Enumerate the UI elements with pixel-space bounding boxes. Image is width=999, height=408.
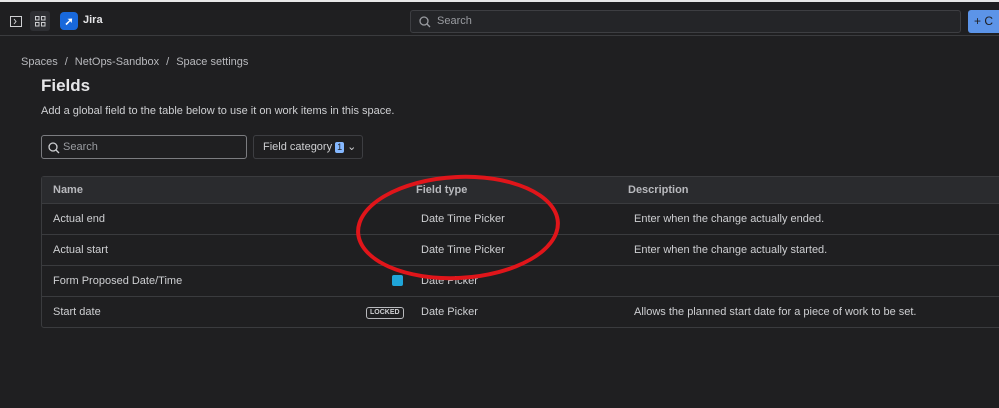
- field-name[interactable]: Start date: [53, 297, 101, 328]
- field-type: Date Picker: [421, 275, 478, 287]
- jira-logo[interactable]: ➚: [60, 12, 78, 30]
- plus-icon: +: [974, 14, 982, 28]
- locked-badge: LOCKED: [366, 307, 404, 319]
- global-search-input[interactable]: Search: [410, 10, 961, 33]
- app-icon: [392, 275, 403, 286]
- header-description[interactable]: Description: [628, 177, 689, 203]
- create-button[interactable]: + C: [968, 10, 999, 33]
- top-bar: ➚ Jira Search + C: [0, 0, 999, 36]
- search-icon: [48, 140, 60, 162]
- field-name[interactable]: Form Proposed Date/Time: [53, 266, 182, 297]
- table-row[interactable]: Actual start Date Time Picker Enter when…: [42, 234, 999, 265]
- field-description: Enter when the change actually started.: [634, 244, 828, 256]
- field-type: Date Time Picker: [421, 213, 505, 225]
- field-search-input[interactable]: Search: [41, 135, 247, 159]
- chevron-down-icon: ⌄: [347, 141, 357, 153]
- fields-table: Name Field type Description Actual end D…: [41, 176, 999, 328]
- field-name[interactable]: Actual end: [53, 204, 105, 235]
- field-type: Date Time Picker: [421, 244, 505, 256]
- search-placeholder: Search: [63, 141, 98, 153]
- field-name[interactable]: Actual start: [53, 235, 108, 266]
- breadcrumb-spaces[interactable]: Spaces: [21, 56, 58, 68]
- table-row[interactable]: Actual end Date Time Picker Enter when t…: [42, 203, 999, 234]
- page-subtitle: Add a global field to the table below to…: [41, 105, 395, 117]
- field-category-label: Field category: [263, 141, 333, 153]
- app-name[interactable]: Jira: [83, 14, 103, 26]
- field-description: Enter when the change actually ended.: [634, 213, 825, 225]
- field-category-dropdown[interactable]: Field category 1 ⌄: [253, 135, 363, 159]
- table-row[interactable]: Start date LOCKED Date Picker Allows the…: [42, 296, 999, 327]
- table-header: Name Field type Description: [42, 177, 999, 203]
- field-type: Date Picker: [421, 306, 478, 318]
- breadcrumb-settings[interactable]: Space settings: [176, 56, 248, 68]
- breadcrumb: Spaces / NetOps-Sandbox / Space settings: [21, 56, 249, 68]
- header-name[interactable]: Name: [53, 177, 83, 203]
- category-count-badge: 1: [335, 142, 345, 153]
- search-icon: [419, 15, 431, 36]
- field-description: Allows the planned start date for a piec…: [634, 306, 917, 318]
- create-label: C: [984, 14, 994, 28]
- breadcrumb-space[interactable]: NetOps-Sandbox: [75, 56, 159, 68]
- header-field-type[interactable]: Field type: [416, 177, 467, 203]
- table-row[interactable]: Form Proposed Date/Time Date Picker: [42, 265, 999, 296]
- app-switcher-icon[interactable]: [30, 11, 50, 31]
- page-title: Fields: [41, 76, 91, 95]
- sidebar-toggle-icon[interactable]: [6, 11, 26, 31]
- search-placeholder: Search: [437, 15, 472, 27]
